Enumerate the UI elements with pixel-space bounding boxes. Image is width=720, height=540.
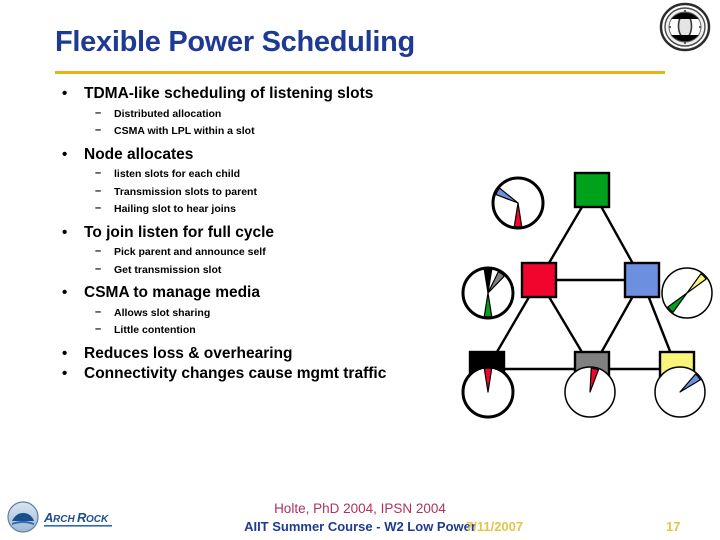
sub-bullet-text: Allows slot sharing [114,306,211,319]
bullet-group: • Node allocates – listen slots for each… [48,145,458,215]
archrock-logo: A RCH R OCK [6,500,131,534]
page-title: Flexible Power Scheduling [55,26,415,58]
bullet-marker-icon: • [62,365,68,382]
sub-bullet-list: – Allows slot sharing – Little contentio… [48,305,458,336]
slide: Flexible Power Scheduling • TDMA-like sc… [0,0,720,540]
bullet-item: • TDMA-like scheduling of listening slot… [48,86,458,102]
bullet-item: • Connectivity changes cause mgmt traffi… [48,366,458,382]
sub-bullet-item: – listen slots for each child [48,167,458,180]
bullet-marker-icon: • [62,284,68,301]
svg-text:RCH: RCH [53,514,75,525]
bullet-group: • TDMA-like scheduling of listening slot… [48,86,458,137]
bullet-group: • To join listen for full cycle – Pick p… [48,223,458,276]
bullet-text: Node allocates [84,145,194,163]
dash-marker-icon: – [95,202,102,214]
bullet-item: • Reduces loss & overhearing [48,344,458,362]
svg-text:A: A [43,510,53,525]
date-footer: 7/11/2007 [466,519,524,534]
dash-marker-icon: – [95,167,102,179]
bullet-text: Connectivity changes cause mgmt traffic [84,365,387,382]
sub-bullet-item: – Transmission slots to parent [48,184,458,198]
sub-bullet-text: Distributed allocation [114,107,222,120]
bullet-group: • CSMA to manage media – Allows slot sha… [48,285,458,336]
dash-marker-icon: – [95,323,102,335]
schedule-gray [564,366,616,418]
sub-bullet-list: – Pick parent and announce self – Get tr… [48,245,458,276]
network-graph [461,171,713,419]
sub-bullet-item: – Hailing slot to hear joins [48,202,458,215]
page-number: 17 [666,519,681,534]
sub-bullet-item: – Pick parent and announce self [48,245,458,258]
bullet-item: • To join listen for full cycle [48,223,458,241]
sub-bullet-text: Get transmission slot [114,263,222,276]
sub-bullet-item: – Distributed allocation [48,106,458,120]
bullet-marker-icon: • [62,145,68,163]
bullet-list: • TDMA-like scheduling of listening slot… [48,86,458,382]
sub-bullet-text: Pick parent and announce self [114,246,266,258]
bullet-marker-icon: • [62,85,68,102]
power-scheduling-network-diagram [450,160,720,430]
svg-text:OCK: OCK [86,514,109,525]
slot-schedule-clocks [461,176,713,419]
sub-bullet-list: – listen slots for each child – Transmis… [48,167,458,215]
title-divider [55,71,665,74]
sub-bullet-text: CSMA with LPL within a slot [114,125,255,137]
network-node-red[interactable] [520,261,558,299]
dash-marker-icon: – [95,184,102,197]
sub-bullet-list: – Distributed allocation – CSMA with LPL… [48,106,458,137]
dash-marker-icon: – [95,124,102,136]
bullet-text: TDMA-like scheduling of listening slots [84,85,374,102]
schedule-black [461,365,515,419]
bullet-text: To join listen for full cycle [84,223,275,241]
bullet-item: • Node allocates [48,145,458,163]
bullet-item: • CSMA to manage media [48,285,458,301]
university-seal-icon [657,2,712,52]
dash-marker-icon: – [95,262,102,275]
sub-bullet-item: – Allows slot sharing [48,305,458,319]
schedule-red [461,266,515,320]
dash-marker-icon: – [95,245,102,257]
schedule-yellow [654,366,706,418]
bullet-marker-icon: • [62,344,68,362]
sub-bullet-item: – Little contention [48,323,458,336]
sub-bullet-item: – CSMA with LPL within a slot [48,124,458,137]
sub-bullet-text: Hailing slot to hear joins [114,203,236,215]
bullet-marker-icon: • [62,223,68,241]
schedule-green [491,176,545,230]
dash-marker-icon: – [95,305,102,318]
sub-bullet-text: Transmission slots to parent [114,185,257,198]
bullet-text: Reduces loss & overhearing [84,344,293,362]
sub-bullet-item: – Get transmission slot [48,262,458,276]
bullet-group: • Connectivity changes cause mgmt traffi… [48,366,458,382]
dash-marker-icon: – [95,106,102,119]
bullet-group: • Reduces loss & overhearing [48,344,458,362]
sub-bullet-text: Little contention [114,324,196,336]
bullet-text: CSMA to manage media [84,284,260,301]
sub-bullet-text: listen slots for each child [114,168,241,180]
network-node-green[interactable] [573,171,611,209]
network-node-blue[interactable] [623,261,661,299]
schedule-blue [661,267,713,319]
